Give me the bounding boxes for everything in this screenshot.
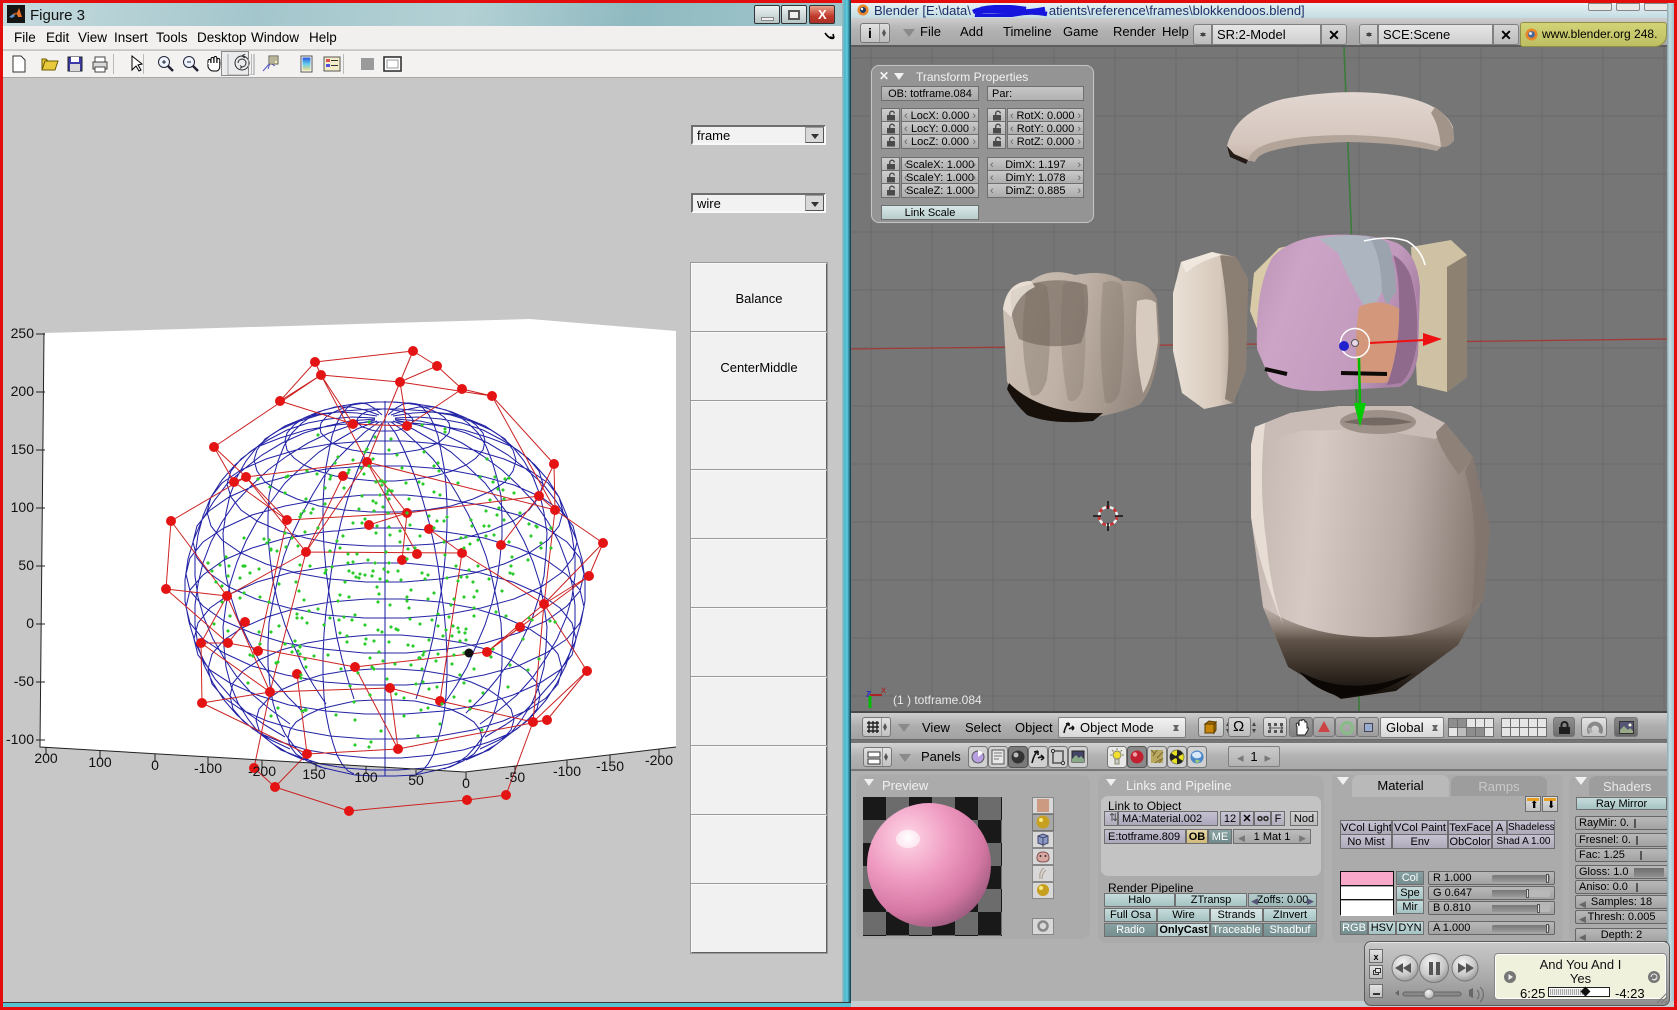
svg-text:100: 100 <box>354 769 378 785</box>
svg-text:200: 200 <box>11 383 35 399</box>
svg-text:0: 0 <box>26 615 34 631</box>
svg-text:-200: -200 <box>248 763 276 779</box>
svg-text:100: 100 <box>88 754 112 770</box>
svg-text:-200: -200 <box>645 752 673 768</box>
svg-text:0: 0 <box>151 757 159 773</box>
svg-text:-50: -50 <box>14 673 34 689</box>
svg-text:50: 50 <box>18 557 34 573</box>
svg-text:x: x <box>881 685 886 696</box>
svg-text:200: 200 <box>34 750 58 766</box>
svg-text:(1 ) totframe.084: (1 ) totframe.084 <box>893 693 982 707</box>
svg-text:-100: -100 <box>553 763 581 779</box>
svg-text:50: 50 <box>408 772 424 788</box>
svg-text:-100: -100 <box>6 731 34 747</box>
svg-text:0: 0 <box>462 775 470 791</box>
svg-text:-50: -50 <box>505 769 525 785</box>
svg-text:-100: -100 <box>194 760 222 776</box>
svg-text:150: 150 <box>11 441 35 457</box>
svg-text:100: 100 <box>11 499 35 515</box>
svg-text:250: 250 <box>11 325 35 341</box>
svg-text:-150: -150 <box>596 758 624 774</box>
svg-text:150: 150 <box>302 766 326 782</box>
